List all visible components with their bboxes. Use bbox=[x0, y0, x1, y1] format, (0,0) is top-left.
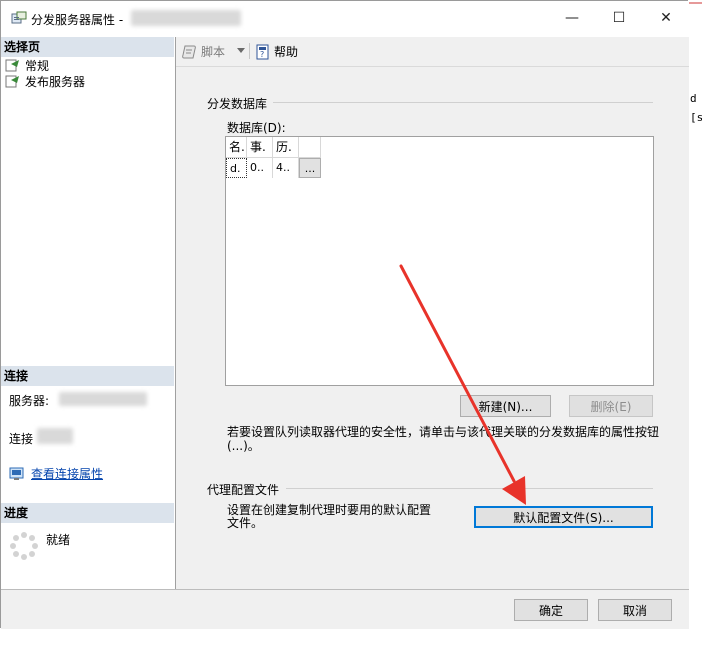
annotation-arrow-icon bbox=[399, 264, 526, 505]
